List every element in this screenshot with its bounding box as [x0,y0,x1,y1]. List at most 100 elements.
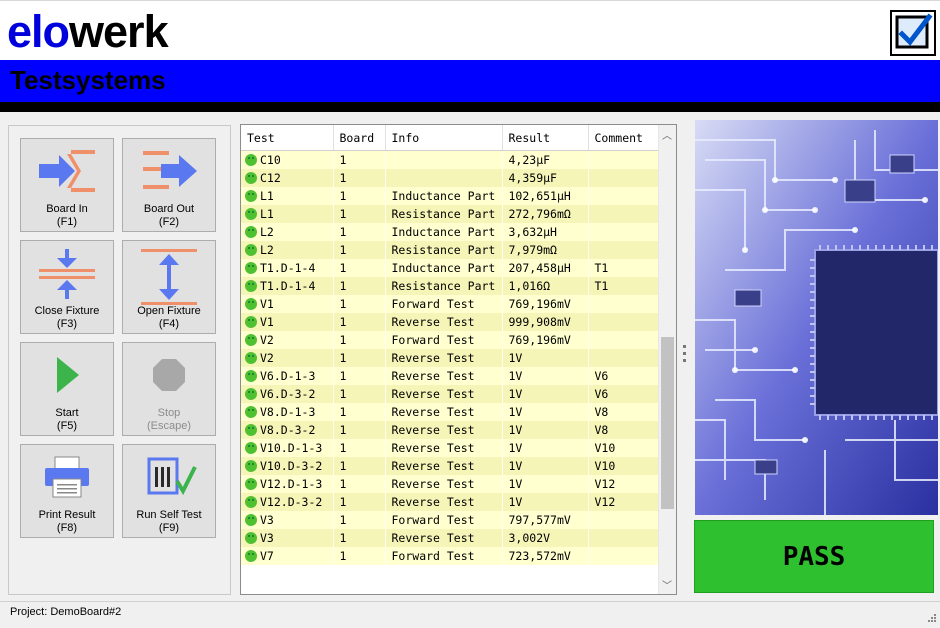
table-row[interactable]: V6.D-1-3 1 Reverse Test 1V V6 [241,367,661,385]
table-row[interactable]: V1 1 Forward Test 769,196mV [241,295,661,313]
table-row[interactable]: V8.D-3-2 1 Reverse Test 1V V8 [241,421,661,439]
scrollbar-thumb[interactable] [661,337,674,509]
test-name: C12 [260,171,281,185]
column-header-board[interactable]: Board [333,125,386,151]
logo-werk: werk [69,6,169,57]
splitter-grip-icon[interactable] [683,345,687,367]
column-header-comment[interactable]: Comment [588,125,661,151]
test-cell: T1.D-1-4 [241,259,334,277]
check-box-icon[interactable] [890,10,936,56]
smiley-icon [245,280,257,292]
test-name: T1.D-1-4 [260,261,316,275]
cell-info: Resistance Part [385,277,503,295]
table-row[interactable]: T1.D-1-4 1 Resistance Part 1,016Ω T1 [241,277,661,295]
circuit-board-image [695,120,938,515]
smiley-icon [245,226,257,238]
self-test-icon [123,453,215,501]
cell-result: 1V [502,457,589,475]
play-icon [21,351,113,399]
test-name: L2 [260,243,274,257]
print-result-button[interactable]: Print Result (F8) [20,444,114,538]
test-name: C10 [260,153,281,167]
test-cell: T1.D-1-4 [241,277,334,295]
open-fixture-label: Open Fixture [137,305,201,317]
table-row[interactable]: V7 1 Forward Test 723,572mV [241,547,661,565]
cell-result: 3,002V [502,529,589,547]
table-row[interactable]: V3 1 Forward Test 797,577mV [241,511,661,529]
scroll-down-icon[interactable]: ﹀ [662,577,672,592]
close-fixture-label: Close Fixture [34,305,100,317]
cell-result: 999,908mV [502,313,589,331]
smiley-icon [245,370,257,382]
test-cell: V1 [241,295,334,313]
test-cell: V6.D-1-3 [241,367,334,385]
table-row[interactable]: V12.D-1-3 1 Reverse Test 1V V12 [241,475,661,493]
cell-comment [588,313,661,331]
results-table: Test Board Info Result Comment C10 1 4,23µF C12… [241,125,661,565]
close-fixture-key: (F3) [56,318,78,330]
table-row[interactable]: V10.D-3-2 1 Reverse Test 1V V10 [241,457,661,475]
cell-result: 1V [502,367,589,385]
cell-comment [588,187,661,205]
cell-info: Reverse Test [385,313,503,331]
cell-info [385,169,503,187]
scroll-up-icon[interactable]: ︿ [662,127,672,142]
cell-info: Inductance Part [385,187,503,205]
table-row[interactable]: V2 1 Forward Test 769,196mV [241,331,661,349]
test-cell: V2 [241,331,334,349]
test-name: V8.D-3-2 [260,423,316,437]
table-row[interactable]: V2 1 Reverse Test 1V [241,349,661,367]
close-fixture-button[interactable]: Close Fixture (F3) [20,240,114,334]
table-row[interactable]: L1 1 Resistance Part 272,796mΩ [241,205,661,223]
cell-result: 1V [502,385,589,403]
run-self-test-button[interactable]: Run Self Test (F9) [122,444,216,538]
test-cell: L1 [241,187,334,205]
cell-result: 207,458µH [502,259,589,277]
table-row[interactable]: C10 1 4,23µF [241,150,661,169]
table-row[interactable]: L2 1 Inductance Part 3,632µH [241,223,661,241]
cell-result: 4,359µF [502,169,589,187]
smiley-icon [245,298,257,310]
header: elowerk [0,0,940,60]
column-header-info[interactable]: Info [385,125,503,151]
table-row[interactable]: V10.D-1-3 1 Reverse Test 1V V10 [241,439,661,457]
resize-grip-icon[interactable] [927,610,937,622]
start-button[interactable]: Start (F5) [20,342,114,436]
board-in-button[interactable]: Board In (F1) [20,138,114,232]
column-header-test[interactable]: Test [241,125,334,151]
stop-button[interactable]: Stop (Escape) [122,342,216,436]
table-row[interactable]: C12 1 4,359µF [241,169,661,187]
cell-result: 272,796mΩ [502,205,589,223]
vertical-scrollbar[interactable]: ︿ ﹀ [658,125,676,594]
status-bar: Project: DemoBoard#2 [0,601,940,623]
test-cell: V10.D-1-3 [241,439,334,457]
table-row[interactable]: L2 1 Resistance Part 7,979mΩ [241,241,661,259]
results-grid[interactable]: Test Board Info Result Comment C10 1 4,23µF C12… [240,124,677,595]
smiley-icon [245,424,257,436]
cell-comment [588,331,661,349]
cell-board: 1 [333,331,386,349]
cell-board: 1 [333,529,386,547]
open-fixture-button[interactable]: Open Fixture (F4) [122,240,216,334]
cell-board: 1 [333,205,386,223]
test-cell: V3 [241,511,334,529]
table-row[interactable]: V8.D-1-3 1 Reverse Test 1V V8 [241,403,661,421]
smiley-icon [245,352,257,364]
table-row[interactable]: V1 1 Reverse Test 999,908mV [241,313,661,331]
cell-board: 1 [333,403,386,421]
table-row[interactable]: V12.D-3-2 1 Reverse Test 1V V12 [241,493,661,511]
board-out-button[interactable]: Board Out (F2) [122,138,216,232]
test-cell: L2 [241,241,334,259]
test-name: L1 [260,189,274,203]
table-row[interactable]: V3 1 Reverse Test 3,002V [241,529,661,547]
cell-info [385,150,503,169]
test-cell: V3 [241,529,334,547]
table-row[interactable]: L1 1 Inductance Part 102,651µH [241,187,661,205]
cell-info: Resistance Part [385,205,503,223]
column-header-result[interactable]: Result [502,125,589,151]
smiley-icon [245,550,257,562]
cell-comment [588,349,661,367]
table-row[interactable]: V6.D-3-2 1 Reverse Test 1V V6 [241,385,661,403]
table-row[interactable]: T1.D-1-4 1 Inductance Part 207,458µH T1 [241,259,661,277]
cell-board: 1 [333,241,386,259]
